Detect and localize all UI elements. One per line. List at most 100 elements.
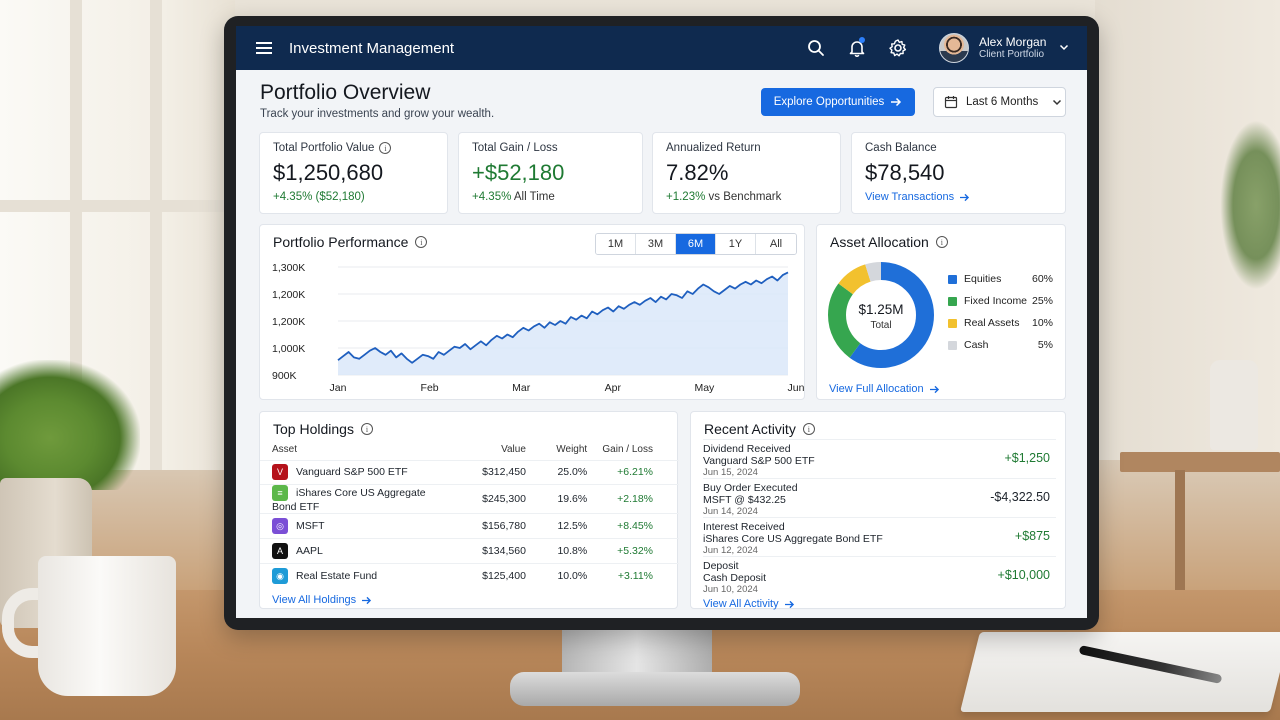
notifications-button[interactable] [847,37,867,58]
real-estate-icon: ◉ [272,568,288,585]
view-full-allocation-label: View Full Allocation [829,383,924,395]
activity-date: Jun 14, 2024 [703,506,758,517]
holding-gain: +5.32% [597,538,679,564]
page-subtitle: Track your investments and grow your wea… [260,108,495,120]
legend-item: Cash 5% [948,339,1053,351]
calendar-icon [944,96,958,109]
activity-type: Dividend Received [703,443,791,455]
table-row[interactable]: ≡ iShares Core US Aggregate Bond ETF $245,… [260,484,679,514]
list-item[interactable]: Interest Received iShares Core US Aggrega… [703,517,1056,556]
section-title-text: Top Holdings [273,421,354,437]
info-icon[interactable]: i [802,423,815,435]
monitor-base [510,672,800,706]
holding-asset-name: Real Estate Fund [296,569,378,582]
arrow-right-icon [362,596,372,604]
user-name[interactable]: Alex Morgan [979,35,1046,49]
arrow-right-icon [960,193,970,201]
holdings-header-row: Asset Value Weight Gain / Loss [260,440,679,460]
holding-weight: 10.0% [535,562,598,589]
view-transactions-link[interactable]: View Transactions [865,191,970,203]
kpi-label: Total Portfolio Value i [273,142,392,154]
kpi-value: $1,250,680 [273,160,384,185]
y-tick-label: 1,200K [272,316,305,328]
list-item[interactable]: Buy Order Executed MSFT @ $432.25 Jun 14, … [703,478,1056,517]
arrow-right-icon [784,600,794,608]
page-title: Portfolio Overview [260,81,431,104]
activity-amount: +$1,250 [1004,451,1050,465]
portfolio-performance-card: Portfolio Performance i 1M 3M 6M 1Y All 1,300… [259,224,805,400]
holding-asset-name: Vanguard S&P 500 ETF [296,466,408,479]
column-header-weight[interactable]: Weight [536,440,597,460]
side-table [1120,452,1280,472]
column-header-asset[interactable]: Asset [260,440,454,460]
table-row[interactable]: A AAPL $134,560 10.8% +5.32% [260,538,679,564]
activity-amount: +$10,000 [997,568,1050,582]
coffee-mug [38,556,176,696]
table-row[interactable]: V Vanguard S&P 500 ETF $312,450 25.0% +6.21% [260,459,679,485]
x-tick-label: May [694,382,715,394]
view-all-activity-link[interactable]: View All Activity [703,594,795,612]
section-title: Top Holdings i [273,421,373,437]
notification-dot [859,37,865,43]
kpi-change: +4.35% [472,191,512,203]
date-range-select[interactable]: Last 6 Months [933,87,1066,117]
search-icon[interactable] [806,38,826,58]
holding-value: $125,400 [454,562,536,589]
section-title-text: Asset Allocation [830,234,929,250]
legend-percent: 25% [1031,295,1053,307]
x-tick-label: Feb [421,382,439,394]
kpi-change: +1.23% [666,191,706,203]
gear-icon[interactable] [888,38,908,58]
holding-gain: +6.21% [597,459,679,485]
section-title: Recent Activity i [704,421,815,437]
kpi-cash-balance-card: Cash Balance $78,540 View Transactions [851,132,1066,214]
background-vase [1210,360,1258,450]
holding-value: $245,300 [454,484,536,514]
activity-amount: +$875 [1014,529,1050,543]
ishares-icon: ≡ [272,485,288,502]
info-icon[interactable]: i [935,236,948,248]
holding-asset: A AAPL [260,538,455,564]
activity-detail: iShares Core US Aggregate Bond ETF [703,533,883,545]
view-all-holdings-link[interactable]: View All Holdings [272,590,372,608]
section-title: Asset Allocation i [830,234,948,250]
legend-percent: 60% [1031,273,1053,285]
legend-swatch [948,274,957,284]
holding-weight: 19.6% [535,484,598,514]
table-row[interactable]: ◎ MSFT $156,780 12.5% +8.45% [260,513,679,539]
holding-value: $312,450 [454,459,536,485]
list-item[interactable]: Deposit Cash Deposit Jun 10, 2024 +$10,000 [703,556,1056,595]
user-role: Client Portfolio [979,49,1045,60]
kpi-label-text: Total Portfolio Value [273,142,375,154]
chevron-down-icon[interactable] [1059,42,1069,52]
holding-asset: ≡ iShares Core US Aggregate Bond ETF [260,484,455,514]
avatar[interactable] [939,33,969,63]
holding-asset-name: iShares Core US Aggregate Bond ETF [272,487,426,514]
column-header-value[interactable]: Value [454,440,536,460]
potted-plant [0,360,140,490]
kpi-label: Cash Balance [865,142,937,154]
performance-area-fill [338,272,788,375]
top-holdings-card: Top Holdings i Asset Value Weight Gain / … [259,411,679,609]
notebook [960,632,1280,712]
explore-button-label: Explore Opportunities [773,96,885,108]
info-icon[interactable]: i [360,423,373,435]
x-tick-label: Mar [512,382,531,394]
view-full-allocation-link[interactable]: View Full Allocation [829,379,940,397]
info-icon[interactable]: i [379,142,392,154]
donut-center-value: $1.25M [858,302,904,317]
chevron-down-icon [1053,99,1062,106]
activity-amount: -$4,322.50 [990,490,1050,504]
donut-center-label: Total [870,320,892,331]
y-tick-label: 900K [272,370,297,382]
section-title-text: Recent Activity [704,421,796,437]
column-header-gain-loss[interactable]: Gain / Loss [597,440,679,460]
holdings-table-body: V Vanguard S&P 500 ETF $312,450 25.0% +6.21%… [260,459,679,589]
hamburger-menu-icon[interactable] [256,42,272,54]
holding-value: $134,560 [454,538,536,564]
table-row[interactable]: ◉ Real Estate Fund $125,400 10.0% +3.11% [260,562,679,589]
kpi-label: Annualized Return [666,142,761,154]
list-item[interactable]: Dividend Received Vanguard S&P 500 ETF Jun… [703,439,1056,478]
date-range-label: Last 6 Months [966,96,1039,108]
explore-opportunities-button[interactable]: Explore Opportunities [761,88,915,116]
